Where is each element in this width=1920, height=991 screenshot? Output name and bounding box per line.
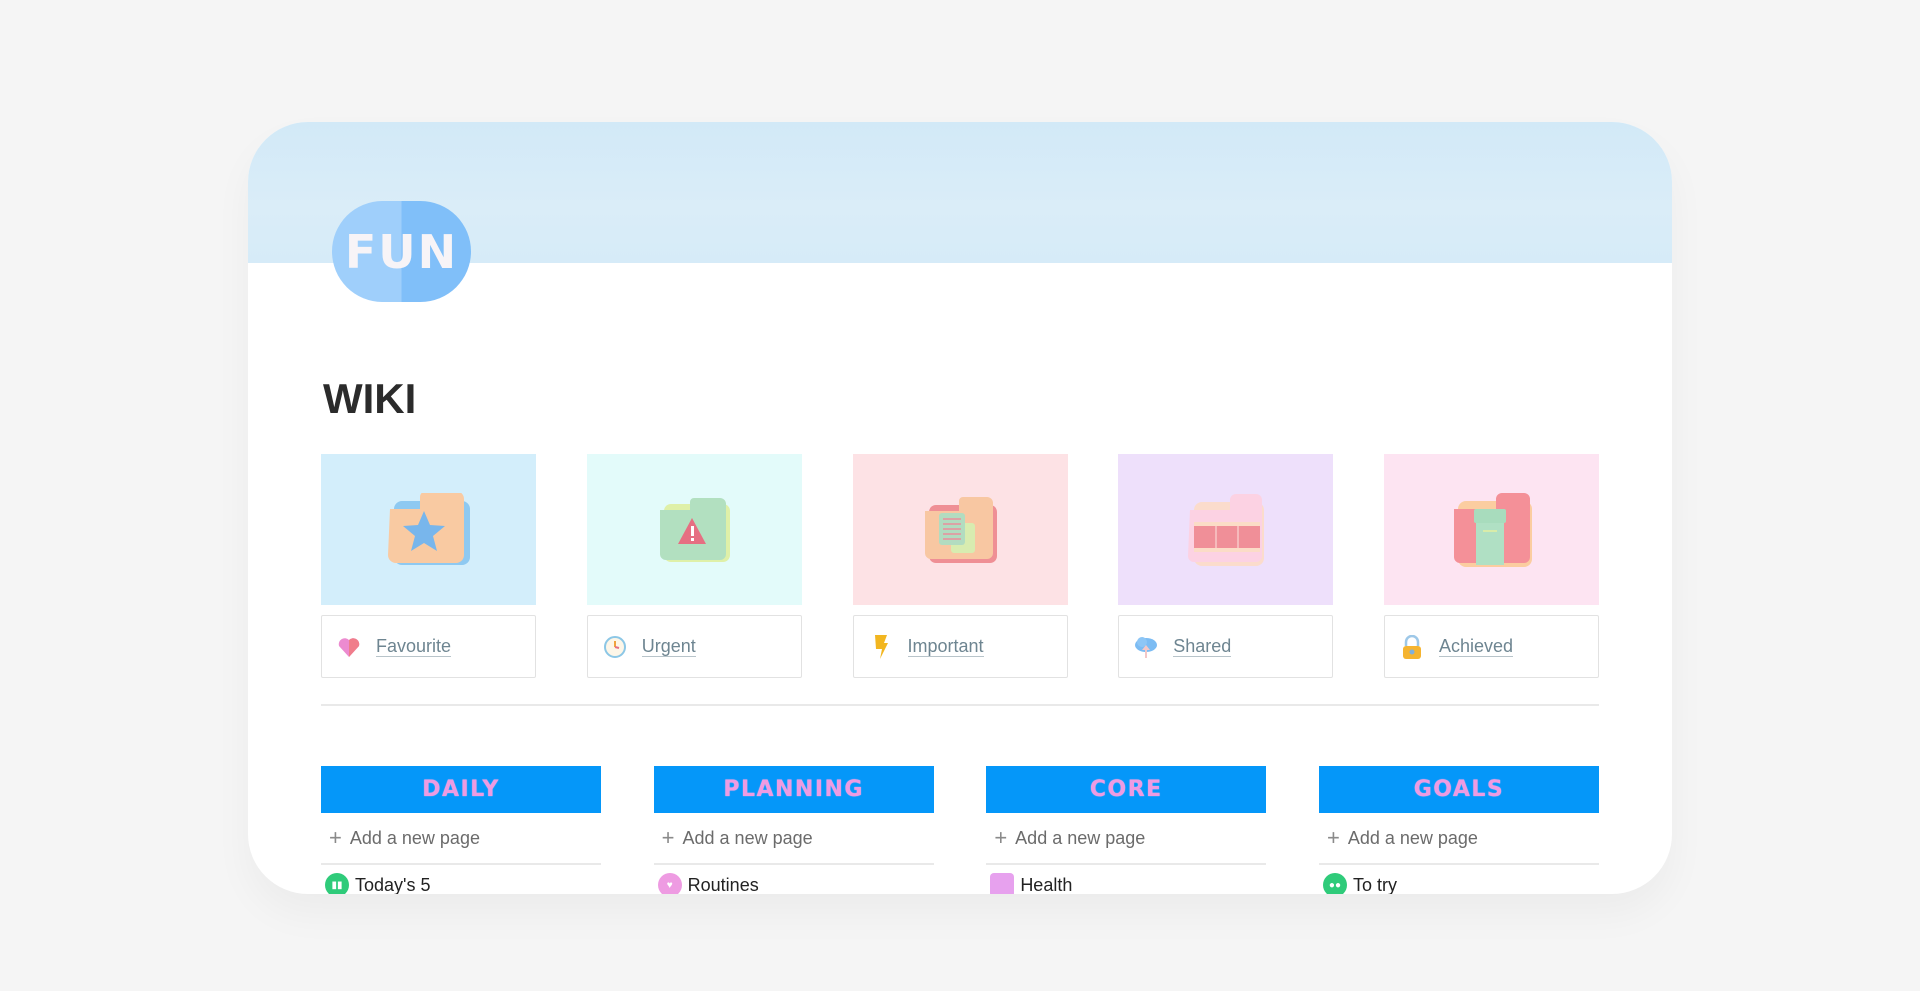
- add-page-label: Add a new page: [682, 827, 813, 848]
- column-header: GOALS: [1318, 766, 1599, 813]
- cloud-upload-icon: [1133, 634, 1159, 660]
- column-daily: DAILY + Add a new page ▮▮ Today's 5: [321, 766, 601, 894]
- column-core: CORE + Add a new page Health: [986, 766, 1267, 894]
- plus-icon: +: [1326, 825, 1340, 850]
- clock-icon: [602, 634, 628, 660]
- item-label: Routines: [687, 874, 759, 895]
- card-cover[interactable]: [586, 454, 802, 605]
- gallery-card-important[interactable]: Important: [852, 454, 1068, 678]
- card-title[interactable]: Shared: [1173, 636, 1232, 657]
- card-title[interactable]: Urgent: [641, 636, 696, 657]
- add-page-label: Add a new page: [1015, 827, 1146, 848]
- plus-icon: +: [994, 825, 1008, 850]
- archive-folder-icon: [1453, 492, 1532, 567]
- column-header: DAILY: [321, 766, 601, 813]
- card-label[interactable]: Favourite: [321, 615, 536, 678]
- chart-icon: ▮▮: [325, 873, 349, 894]
- list-item[interactable]: ●● To try: [1319, 865, 1599, 894]
- document-folder-icon: [925, 496, 997, 563]
- card-title[interactable]: Achieved: [1439, 636, 1514, 657]
- gallery-card-urgent[interactable]: Urgent: [586, 454, 802, 678]
- add-page-button[interactable]: + Add a new page: [321, 813, 601, 865]
- page-frame: FUN WIKI Favourite Urgent Important Shar…: [248, 122, 1672, 894]
- card-cover[interactable]: [321, 454, 536, 605]
- column-header: CORE: [986, 766, 1267, 813]
- item-label: To try: [1352, 874, 1397, 895]
- gallery-card-favourite[interactable]: Favourite: [321, 454, 536, 678]
- film-folder-icon: [1187, 493, 1264, 566]
- star-folder-icon: [387, 492, 470, 565]
- add-page-button[interactable]: + Add a new page: [653, 813, 934, 865]
- gallery-card-achieved[interactable]: Achieved: [1384, 454, 1599, 678]
- divider: [321, 704, 1599, 706]
- plus-icon: +: [329, 825, 342, 850]
- plus-icon: +: [661, 825, 675, 850]
- warning-folder-icon: [660, 497, 731, 562]
- category-columns: DAILY + Add a new page ▮▮ Today's 5 PLAN…: [321, 766, 1599, 894]
- lightning-icon: [868, 634, 894, 660]
- health-icon: [990, 873, 1015, 894]
- list-item[interactable]: Health: [986, 865, 1266, 894]
- column-goals: GOALS + Add a new page ●● To try: [1318, 766, 1599, 894]
- item-label: Today's 5: [355, 874, 431, 895]
- gallery-card-shared[interactable]: Shared: [1118, 454, 1334, 678]
- card-title[interactable]: Important: [907, 636, 984, 657]
- heart-icon: [336, 634, 362, 660]
- column-header: PLANNING: [653, 766, 934, 813]
- add-page-button[interactable]: + Add a new page: [986, 813, 1267, 865]
- card-label[interactable]: Shared: [1118, 615, 1334, 678]
- badge-icon: ♥: [657, 873, 682, 894]
- gallery: Favourite Urgent Important Shared Achiev…: [321, 454, 1599, 678]
- card-cover[interactable]: [1118, 454, 1334, 605]
- list-item[interactable]: ♥ Routines: [654, 865, 934, 894]
- add-page-label: Add a new page: [349, 827, 480, 848]
- badge-text: FUN: [344, 224, 459, 279]
- page-icon-badge[interactable]: FUN: [332, 201, 471, 302]
- list-item[interactable]: ▮▮ Today's 5: [321, 865, 601, 894]
- card-title[interactable]: Favourite: [376, 636, 452, 657]
- card-cover[interactable]: [852, 454, 1068, 605]
- card-cover[interactable]: [1384, 454, 1599, 605]
- eyes-icon: ●●: [1322, 873, 1347, 894]
- card-label[interactable]: Urgent: [586, 615, 802, 678]
- column-planning: PLANNING + Add a new page ♥ Routines: [653, 766, 934, 894]
- lock-icon: [1399, 634, 1425, 660]
- item-label: Health: [1020, 874, 1073, 895]
- card-label[interactable]: Important: [852, 615, 1068, 678]
- page-title[interactable]: WIKI: [323, 375, 416, 423]
- add-page-button[interactable]: + Add a new page: [1318, 813, 1599, 865]
- card-label[interactable]: Achieved: [1384, 615, 1599, 678]
- add-page-label: Add a new page: [1347, 827, 1478, 848]
